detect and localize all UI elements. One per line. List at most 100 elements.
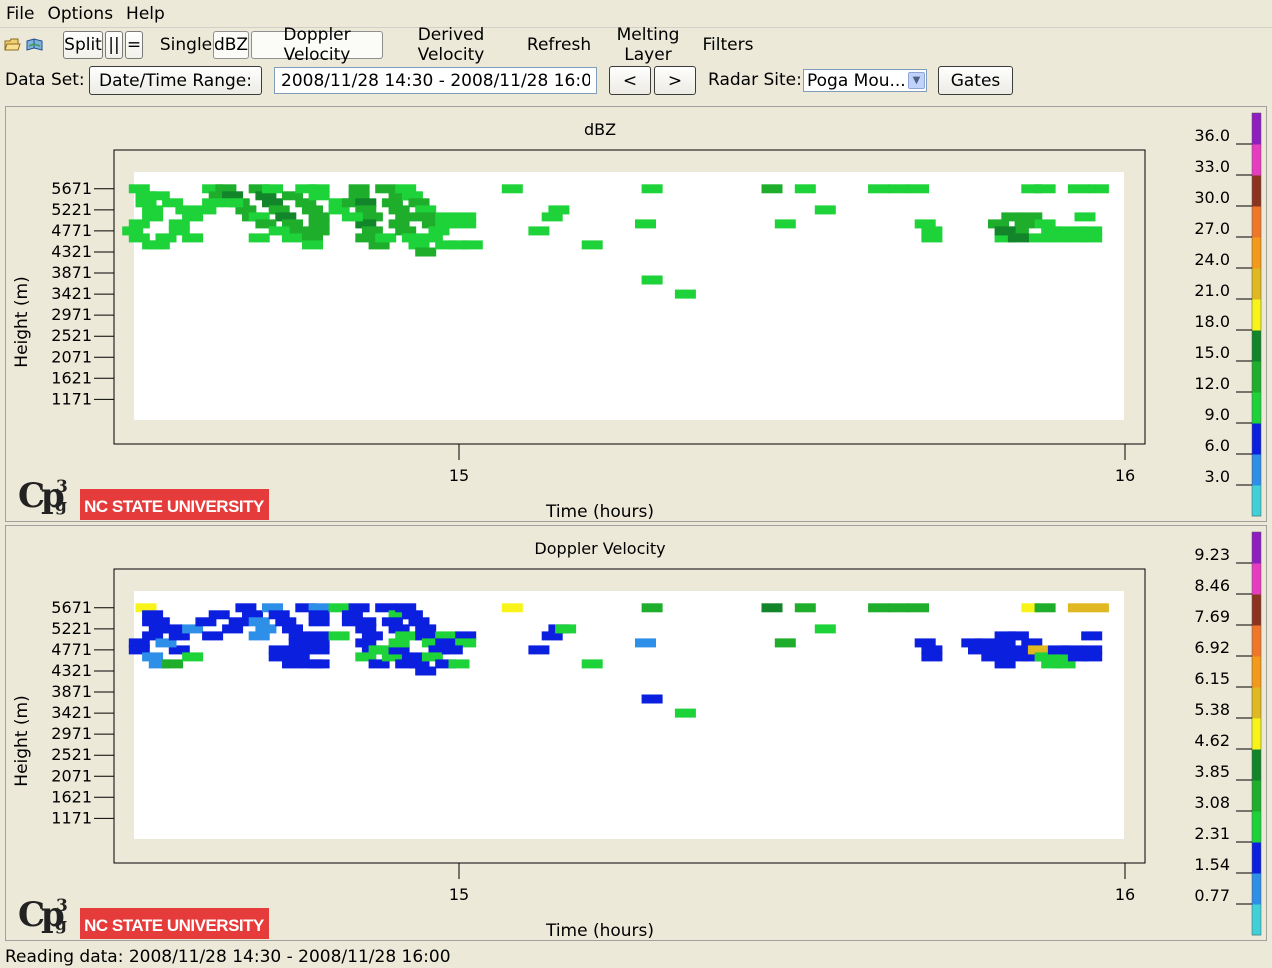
refresh-button[interactable]: Refresh [526, 31, 592, 59]
colorbar-label: 8.46 [1194, 576, 1230, 595]
data-cell [814, 624, 836, 634]
data-cell [415, 247, 437, 257]
data-cell [341, 617, 363, 627]
stacked-button[interactable]: = [125, 31, 143, 59]
colorbar-segment [1252, 299, 1261, 331]
x-axis-label: Time (hours) [545, 502, 654, 521]
colorbar-label: 6.92 [1194, 638, 1230, 657]
data-cell [641, 694, 663, 704]
doppler-velocity-toggle[interactable]: Doppler Velocity [251, 25, 383, 65]
derived-velocity-button[interactable]: Derived Velocity [385, 25, 517, 65]
open-folder-icon[interactable] [4, 37, 21, 52]
data-cell [328, 631, 350, 641]
filters-button[interactable]: Filters [701, 31, 755, 59]
colorbar-segment [1252, 113, 1261, 145]
data-cell [635, 638, 656, 648]
colorbar-label: 9.0 [1205, 405, 1230, 424]
colorbar-label: 3.0 [1205, 467, 1230, 486]
gates-button[interactable]: Gates [938, 66, 1013, 95]
data-cell [1047, 233, 1069, 243]
dbz-toggle[interactable]: dBZ [213, 31, 249, 59]
colorbar-label: 5.38 [1194, 700, 1230, 719]
data-cell [461, 240, 483, 250]
date-time-range-field[interactable] [274, 67, 597, 94]
data-cell [302, 240, 323, 250]
x-tick-label: 15 [449, 885, 469, 904]
cp3g-logo-superscript: 3 [56, 477, 68, 497]
colorbar-segment [1252, 656, 1261, 688]
data-cell [581, 240, 603, 250]
previous-range-button[interactable]: < [609, 66, 651, 95]
data-cell [774, 638, 796, 648]
y-tick-label: 2971 [51, 724, 92, 743]
cp3g-logo: Cp3g [18, 895, 68, 935]
doppler-velocity-panel: Doppler Velocity 1171 1621 2071 2521 2971 3421… [5, 525, 1267, 941]
colorbar-label: 7.69 [1194, 607, 1230, 626]
status-bar: Reading data: 2008/11/28 14:30 - 2008/11… [0, 946, 1272, 968]
open-book-icon[interactable] [26, 37, 43, 52]
colorbar-label: 6.15 [1194, 669, 1230, 688]
colorbar-label: 33.0 [1194, 157, 1230, 176]
y-tick-label: 3421 [51, 284, 92, 303]
y-tick-label: 2071 [51, 347, 92, 366]
single-button[interactable]: Single [160, 31, 212, 59]
data-cell [455, 219, 477, 229]
data-cell [528, 226, 550, 236]
data-cell [415, 666, 437, 676]
data-cell [168, 219, 190, 229]
colorbar-segment [1252, 594, 1261, 626]
data-cell [441, 645, 463, 655]
cp3g-logo-subscript: g [55, 915, 67, 935]
y-tick-label: 2521 [51, 326, 92, 345]
colorbar-label: 2.31 [1194, 824, 1230, 843]
y-tick-label: 1621 [51, 787, 92, 806]
colorbar-segment [1252, 563, 1261, 595]
colorbar-label: 12.0 [1194, 374, 1230, 393]
chevron-down-icon[interactable]: ▼ [908, 72, 925, 89]
data-cell [448, 659, 470, 669]
colorbar-label: 30.0 [1194, 188, 1230, 207]
y-tick-label: 3421 [51, 703, 92, 722]
colorbar-segment [1252, 749, 1261, 781]
data-cell [1087, 184, 1109, 194]
data-cell [148, 240, 170, 250]
data-cell [208, 610, 230, 620]
split-button[interactable]: Split [63, 31, 103, 59]
melting-layer-button[interactable]: Melting Layer [592, 25, 704, 65]
y-tick-label: 2971 [51, 305, 92, 324]
y-axis-label: Height (m) [12, 695, 32, 786]
data-cell [308, 645, 330, 655]
y-tick-label: 1621 [51, 368, 92, 387]
data-cell [641, 275, 663, 285]
date-time-range-button[interactable]: Date/Time Range: [89, 66, 262, 95]
data-cell [248, 233, 270, 243]
menu-help[interactable]: Help [126, 4, 165, 24]
x-tick-label: 16 [1115, 466, 1135, 485]
data-cell [641, 603, 663, 613]
data-cell [994, 652, 1016, 662]
next-range-button[interactable]: > [654, 66, 696, 95]
y-tick-label: 2071 [51, 766, 92, 785]
colorbar-segment [1252, 718, 1261, 750]
colorbar-segment [1252, 454, 1261, 486]
y-tick-label: 2521 [51, 745, 92, 764]
colorbar-segment [1252, 780, 1261, 812]
data-cell [641, 184, 663, 194]
data-cell [182, 233, 204, 243]
data-cell [814, 205, 836, 215]
data-cell [282, 233, 303, 243]
data-cell [1034, 184, 1056, 194]
data-cell [348, 603, 370, 613]
radar-site-select[interactable]: Poga Mou... ▼ [803, 69, 927, 92]
y-axis-label: Height (m) [12, 276, 32, 367]
doppler-velocity-chart: Doppler Velocity 1171 1621 2071 2521 2971 3421… [12, 531, 1262, 940]
data-cell [388, 638, 410, 648]
colorbar-label: 1.54 [1194, 855, 1230, 874]
colorbar-segment [1252, 873, 1261, 905]
colorbar-label: 0.77 [1194, 886, 1230, 905]
colorbar-label: 4.62 [1194, 731, 1230, 750]
menu-file[interactable]: File [6, 4, 34, 24]
menu-options[interactable]: Options [47, 4, 113, 24]
ncsu-logo: NC STATE UNIVERSITY [84, 916, 265, 935]
side-by-side-button[interactable]: || [105, 31, 123, 59]
